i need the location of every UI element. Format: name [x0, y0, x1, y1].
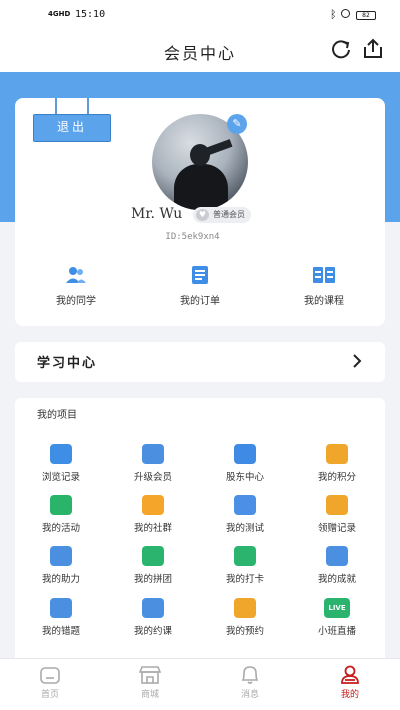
medal-icon — [326, 546, 348, 566]
tab-messages[interactable]: 消息 — [200, 665, 300, 707]
quick-link-label: 我的同学 — [56, 296, 96, 307]
project-item[interactable]: 浏览记录 — [15, 444, 107, 488]
project-item[interactable]: 我的拼团 — [107, 546, 199, 590]
quick-link-courses[interactable]: 我的课程 — [269, 266, 379, 316]
project-item-label: 我的助力 — [41, 574, 80, 585]
project-item-label: 我的积分 — [317, 472, 356, 483]
member-level-badge: ♥ 普通会员 — [193, 207, 251, 223]
bluetooth-icon: ᛒ — [330, 8, 337, 21]
quick-link-classmates[interactable]: 我的同学 — [21, 266, 131, 316]
quick-link-orders[interactable]: 我的订单 — [145, 266, 255, 316]
status-bar: 4GHD 15:10 ᛒ 82 — [0, 0, 400, 30]
project-item-label: 小班直播 — [317, 626, 356, 637]
project-item-label: 我的社群 — [133, 523, 172, 534]
tab-shop[interactable]: 商城 — [100, 665, 200, 707]
project-item[interactable]: 我的成就 — [291, 546, 383, 590]
username: Mr. Wu — [131, 206, 183, 222]
bottom-tab-bar: 首页 商城 消息 我的 — [0, 658, 400, 710]
project-item[interactable]: 我的打卡 — [199, 546, 291, 590]
project-item-label: 我的拼团 — [133, 574, 172, 585]
member-level-label: 普通会员 — [213, 210, 245, 219]
status-time: 15:10 — [75, 9, 106, 20]
user-id: ID:5ek9xn4 — [165, 232, 220, 242]
project-item[interactable]: 我的助力 — [15, 546, 107, 590]
hanging-string — [87, 98, 89, 114]
project-item-label: 股东中心 — [225, 472, 264, 483]
edit-pencil-icon[interactable]: ✎ — [227, 114, 247, 134]
tab-label: 我的 — [340, 690, 359, 700]
project-item-label: 升级会员 — [133, 472, 172, 483]
quick-link-label: 我的课程 — [304, 296, 344, 307]
appointment-icon — [234, 598, 256, 618]
orders-icon — [192, 266, 208, 284]
tab-label: 商城 — [140, 690, 159, 700]
tab-mine[interactable]: 我的 — [300, 665, 400, 707]
code-icon — [234, 495, 256, 515]
project-item[interactable]: 股东中心 — [199, 444, 291, 488]
courses-icon — [313, 267, 335, 283]
logout-sign[interactable]: 退出 — [33, 98, 111, 142]
project-item[interactable]: 我的社群 — [107, 495, 199, 539]
coupon-icon — [142, 546, 164, 566]
signal-indicator: 4GHD — [48, 10, 71, 18]
project-item-label: 浏览记录 — [41, 472, 80, 483]
project-item-label: 我的约课 — [133, 626, 172, 637]
logout-button[interactable]: 退出 — [33, 114, 111, 142]
project-item[interactable]: 领赠记录 — [291, 495, 383, 539]
bell-icon — [241, 666, 259, 684]
community-icon — [142, 495, 164, 515]
project-item[interactable]: 我的错题 — [15, 598, 107, 642]
projects-card: 我的项目 浏览记录 升级会员 股东中心 我的积分我的活动 我的社群 我的测试 领赠记录我的助… — [15, 398, 385, 658]
battery-icon: 82 — [356, 11, 376, 20]
quick-link-label: 我的订单 — [180, 296, 220, 307]
quick-links: 我的同学 我的订单 我的课程 — [15, 266, 385, 316]
project-item[interactable]: 升级会员 — [107, 444, 199, 488]
project-item-label: 我的打卡 — [225, 574, 264, 585]
wrong-notebook-icon — [50, 598, 72, 618]
project-item-label: 我的错题 — [41, 626, 80, 637]
checkin-icon — [234, 546, 256, 566]
shop-icon — [139, 666, 161, 684]
gift-icon — [326, 495, 348, 515]
hanging-string — [55, 98, 57, 114]
alarm-icon — [341, 9, 350, 18]
flag-icon — [50, 495, 72, 515]
book-class-icon — [142, 598, 164, 618]
project-item[interactable]: 我的约课 — [107, 598, 199, 642]
money-bag-icon — [234, 444, 256, 464]
project-item-label: 我的活动 — [41, 523, 80, 534]
project-item[interactable]: 我的活动 — [15, 495, 107, 539]
tab-label: 首页 — [40, 690, 59, 700]
study-center-row[interactable]: 学习中心 — [15, 342, 385, 382]
home-icon — [40, 667, 60, 684]
thumb-up-icon — [50, 546, 72, 566]
user-icon — [341, 665, 359, 684]
chevron-right-icon — [353, 354, 362, 368]
live-icon: LIVE — [324, 598, 350, 618]
project-item[interactable]: 我的预约 — [199, 598, 291, 642]
project-item-label: 我的测试 — [225, 523, 264, 534]
avatar-figure — [201, 139, 233, 157]
avatar-figure — [174, 164, 228, 210]
app-header: 会员中心 — [0, 30, 400, 72]
crown-icon — [142, 444, 164, 464]
classmates-icon — [66, 267, 86, 283]
project-item-label: 我的预约 — [225, 626, 264, 637]
projects-title: 我的项目 — [37, 410, 77, 421]
profile-card: 退出 ✎ Mr. Wu ♥ 普通会员 ID:5ek9xn4 我的同学 我的订单 … — [15, 98, 385, 326]
project-item[interactable]: 我的积分 — [291, 444, 383, 488]
heart-icon: ♥ — [196, 209, 209, 221]
points-icon — [326, 444, 348, 464]
project-item-label: 我的成就 — [317, 574, 356, 585]
tab-home[interactable]: 首页 — [0, 665, 100, 707]
project-item[interactable]: LIVE 小班直播 — [291, 598, 383, 642]
tab-label: 消息 — [240, 690, 259, 700]
study-center-label: 学习中心 — [37, 356, 98, 371]
clock-icon — [50, 444, 72, 464]
refresh-icon[interactable] — [330, 38, 352, 60]
project-item[interactable]: 我的测试 — [199, 495, 291, 539]
share-icon[interactable] — [362, 38, 384, 60]
project-item-label: 领赠记录 — [317, 523, 356, 534]
